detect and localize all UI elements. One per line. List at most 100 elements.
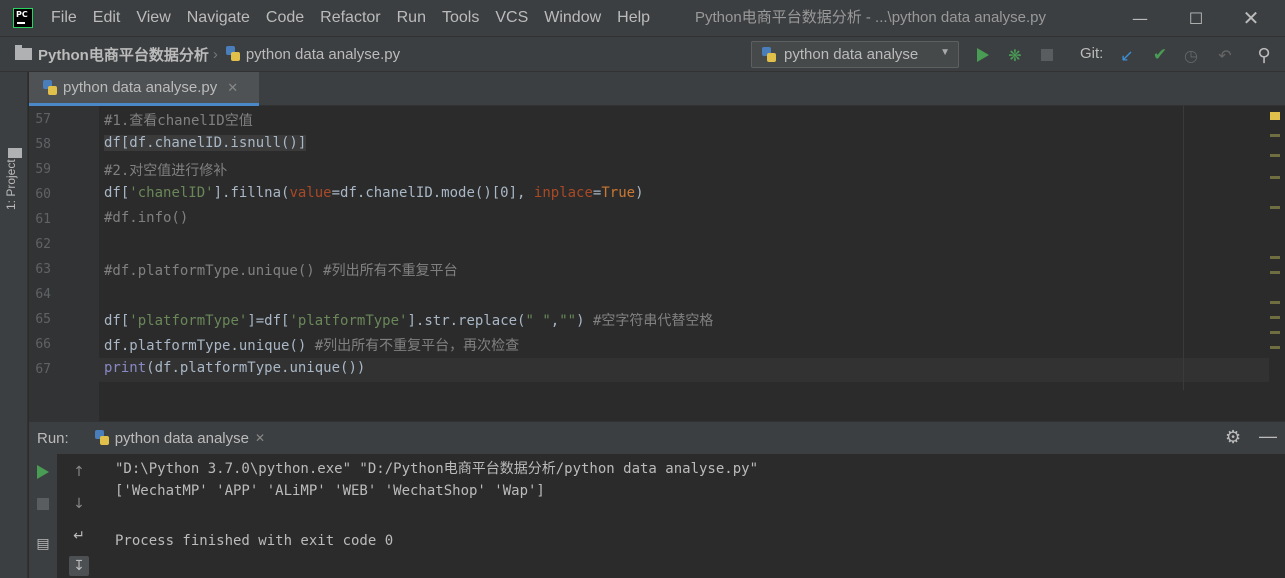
python-file-icon <box>225 46 240 62</box>
layout-button[interactable]: ▤ <box>33 534 53 554</box>
run-toolbar-secondary: ↑ ↓ ↵ ↧ <box>65 454 93 578</box>
code-token: df.platformType.unique() <box>104 338 315 354</box>
code-token: #df.info() <box>104 210 189 226</box>
window-title: Python电商平台数据分析 - ...\python data analyse… <box>695 9 1046 26</box>
git-update-button[interactable]: ↙ <box>1117 45 1137 65</box>
scroll-to-end-button[interactable]: ↧ <box>69 556 89 576</box>
code-line[interactable]: #1.查看chanelID空值 <box>104 110 253 130</box>
git-history-button[interactable]: ◷ <box>1181 45 1201 65</box>
menu-item-tools[interactable]: Tools <box>434 0 487 36</box>
editor-scrollbar[interactable] <box>1269 106 1285 390</box>
code-token: 'platformType' <box>289 313 408 329</box>
minimize-icon[interactable]: — <box>1117 0 1163 36</box>
code-line[interactable]: #df.info() <box>104 210 188 226</box>
code-editor[interactable]: 57 #1.查看chanelID空值 58 df[df.chanelID.isnull… <box>29 106 1285 390</box>
close-run-tab-icon[interactable]: ✕ <box>255 431 265 445</box>
code-token: inplace <box>533 185 593 201</box>
gear-icon[interactable]: ⚙ <box>1225 427 1241 448</box>
code-token: ].fillna( <box>213 185 290 201</box>
close-tab-icon[interactable]: ✕ <box>227 80 238 96</box>
run-tool-window-header: Run: python data analyse ✕ ⚙ — <box>29 422 1285 454</box>
python-file-icon <box>43 79 57 96</box>
hide-panel-icon[interactable]: — <box>1259 426 1277 447</box>
console-line-result: ['WechatMP' 'APP' 'ALiMP' 'WEB' 'WechatS… <box>115 483 545 499</box>
code-line[interactable]: print(df.platformType.unique()) <box>104 360 365 376</box>
code-token: ]=df[ <box>247 313 290 329</box>
bug-icon: ❋ <box>1008 45 1022 65</box>
analysis-status-icon <box>1270 112 1280 120</box>
line-number: 66 <box>35 337 51 352</box>
debug-button[interactable]: ❋ <box>1005 45 1025 65</box>
close-window-icon[interactable]: ✕ <box>1228 0 1274 36</box>
menu-item-file[interactable]: File <box>43 0 85 36</box>
project-folder-icon <box>8 148 22 158</box>
search-everywhere-button[interactable]: ⚲ <box>1254 44 1274 66</box>
code-line[interactable]: #df.platformType.unique() #列出所有不重复平台 <box>104 260 458 280</box>
line-number: 59 <box>35 162 51 177</box>
code-line[interactable]: df[df.chanelID.isnull()] <box>104 135 307 151</box>
git-label: Git: <box>1080 45 1104 62</box>
code-token: #2.对空值进行修补 <box>104 163 228 179</box>
menu-item-edit[interactable]: Edit <box>85 0 129 36</box>
soft-wrap-button[interactable]: ↵ <box>69 526 89 546</box>
menu-item-window[interactable]: Window <box>536 0 609 36</box>
menu-item-run[interactable]: Run <box>389 0 434 36</box>
code-token: #df.platformType.unique() #列出所有不重复平台 <box>104 263 458 279</box>
menu-item-help[interactable]: Help <box>609 0 658 36</box>
title-bar: PC File Edit View Navigate Code Refactor Run To… <box>0 0 1285 36</box>
layout-icon: ▤ <box>36 536 50 552</box>
code-line[interactable]: df['chanelID'].fillna(value=df.chanelID.… <box>104 185 644 201</box>
breadcrumb-file[interactable]: python data analyse.py <box>246 46 400 63</box>
menu-item-view[interactable]: View <box>128 0 178 36</box>
code-token: =df.chanelID.mode()[0], <box>331 185 534 201</box>
stop-icon <box>37 498 49 510</box>
left-tool-strip: 1: Project <box>0 72 28 578</box>
run-configuration-dropdown[interactable]: python data analyse ▼ <box>751 41 959 68</box>
run-label: Run: <box>37 429 69 447</box>
maximize-icon[interactable]: ☐ <box>1173 0 1219 36</box>
line-number: 67 <box>35 362 51 377</box>
line-number: 65 <box>35 312 51 327</box>
line-number: 58 <box>35 137 51 152</box>
breadcrumb: Python电商平台数据分析 › python data analyse.py <box>0 44 400 65</box>
code-token: value <box>289 185 332 201</box>
breadcrumb-project[interactable]: Python电商平台数据分析 <box>38 44 209 65</box>
rerun-button[interactable] <box>33 462 53 482</box>
code-line[interactable]: #2.对空值进行修补 <box>104 160 227 180</box>
editor-tab-bar: python data analyse.py ✕ <box>29 72 1285 106</box>
checkmark-icon: ✔ <box>1152 45 1168 65</box>
code-token: ].str.replace( <box>407 313 526 329</box>
stop-button[interactable] <box>1037 45 1057 65</box>
code-token: 'platformType' <box>129 313 248 329</box>
menu-item-vcs[interactable]: VCS <box>487 0 536 36</box>
run-button[interactable] <box>973 45 993 65</box>
run-tab-label[interactable]: python data analyse <box>115 430 249 447</box>
next-occurrence-button[interactable]: ↓ <box>69 494 89 514</box>
project-tool-tab[interactable]: 1: Project <box>4 159 18 210</box>
code-token: df[df.chanelID.isnull()] <box>104 135 307 151</box>
menu-item-code[interactable]: Code <box>258 0 312 36</box>
git-commit-button[interactable]: ✔ <box>1150 45 1170 65</box>
menu-item-navigate[interactable]: Navigate <box>179 0 258 36</box>
python-icon <box>94 430 109 446</box>
console-line-exit: Process finished with exit code 0 <box>115 533 394 549</box>
code-token: , <box>550 313 560 329</box>
menu-item-refactor[interactable]: Refactor <box>312 0 388 36</box>
run-configuration-label: python data analyse <box>784 46 919 63</box>
git-rollback-button[interactable]: ↶ <box>1215 45 1235 65</box>
arrow-down-left-icon: ↙ <box>1120 45 1134 65</box>
line-number: 61 <box>35 212 51 227</box>
code-line[interactable]: df.platformType.unique() #列出所有不重复平台，再次检查 <box>104 335 519 355</box>
console-line-command: "D:\Python 3.7.0\python.exe" "D:/Python电… <box>115 461 759 477</box>
stop-run-button[interactable] <box>33 494 53 514</box>
search-icon: ⚲ <box>1257 44 1271 66</box>
code-token: #列出所有不重复平台，再次检查 <box>314 338 520 354</box>
python-icon <box>762 46 776 63</box>
editor-tab-python-data-analyse[interactable]: python data analyse.py ✕ <box>29 72 259 106</box>
code-token: ) <box>635 185 644 201</box>
chevron-down-icon: ▼ <box>940 47 950 58</box>
previous-occurrence-button[interactable]: ↑ <box>69 462 89 482</box>
code-line[interactable]: df['platformType']=df['platformType'].st… <box>104 310 713 330</box>
line-number: 57 <box>35 112 51 127</box>
run-console[interactable]: ▤ ↑ ↓ ↵ ↧ "D:\Python 3.7.0\python.exe" "… <box>29 454 1285 578</box>
